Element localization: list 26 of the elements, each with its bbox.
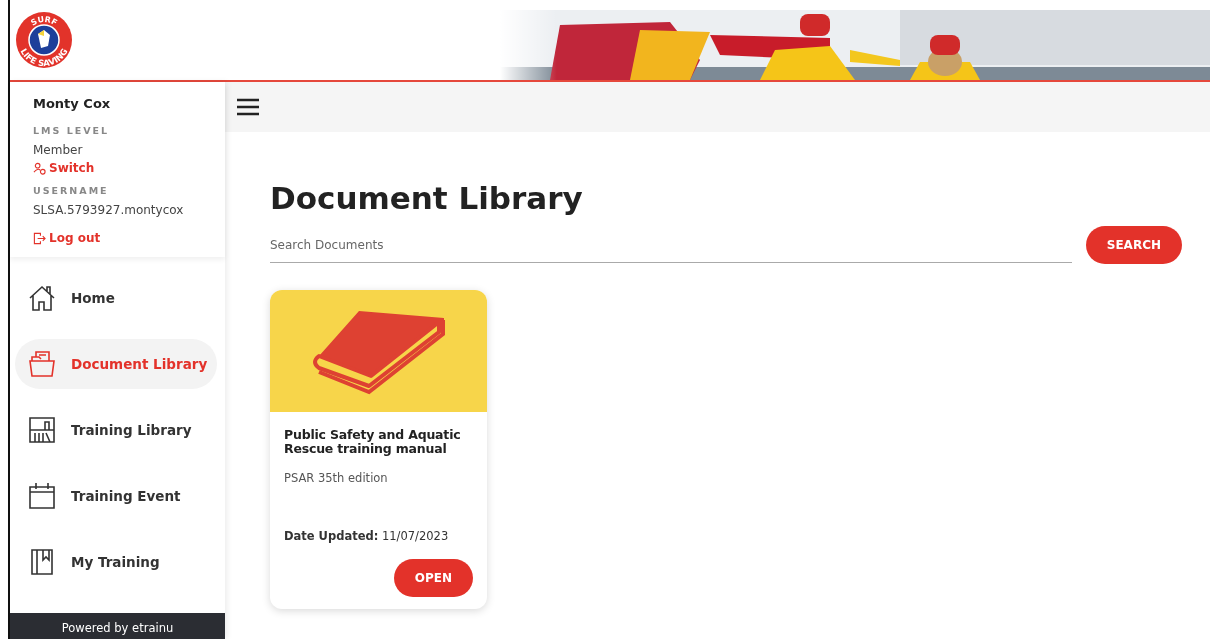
open-button[interactable]: OPEN xyxy=(393,558,473,597)
logout-link[interactable]: Log out xyxy=(33,231,101,245)
bookshelf-icon xyxy=(27,415,57,445)
switch-user-icon xyxy=(33,161,46,175)
nav-item[interactable]: My Training xyxy=(15,537,217,587)
folder-icon xyxy=(27,349,57,379)
menu-icon[interactable] xyxy=(237,98,259,116)
date-updated: Date Updated: 11/07/2023 xyxy=(284,528,450,543)
logout-icon xyxy=(33,231,46,245)
username-value: SLSA.5793927.montycox xyxy=(33,203,184,217)
calendar-icon xyxy=(27,481,57,511)
nav-item[interactable]: Training Event xyxy=(15,471,217,521)
powered-by-footer: Powered by etrainu xyxy=(10,613,225,639)
nav-item[interactable]: Training Library xyxy=(15,405,217,455)
document-title: Public Safety and Aquatic Rescue training manual xyxy=(284,428,462,457)
switch-link[interactable]: Switch xyxy=(33,161,95,175)
document-subtitle: PSAR 35th edition xyxy=(284,470,389,487)
field-label: USERNAME xyxy=(33,185,109,196)
level-value: Member xyxy=(33,143,83,157)
field-label: LMS LEVEL xyxy=(33,125,110,136)
page-title: Document Library xyxy=(270,180,584,216)
user-name: Monty Cox xyxy=(33,96,111,111)
home-icon xyxy=(27,283,57,313)
nav-item[interactable]: Document Library xyxy=(15,339,217,389)
search-button[interactable]: SEARCH xyxy=(1085,226,1182,264)
nav-item[interactable]: Home xyxy=(15,273,217,323)
